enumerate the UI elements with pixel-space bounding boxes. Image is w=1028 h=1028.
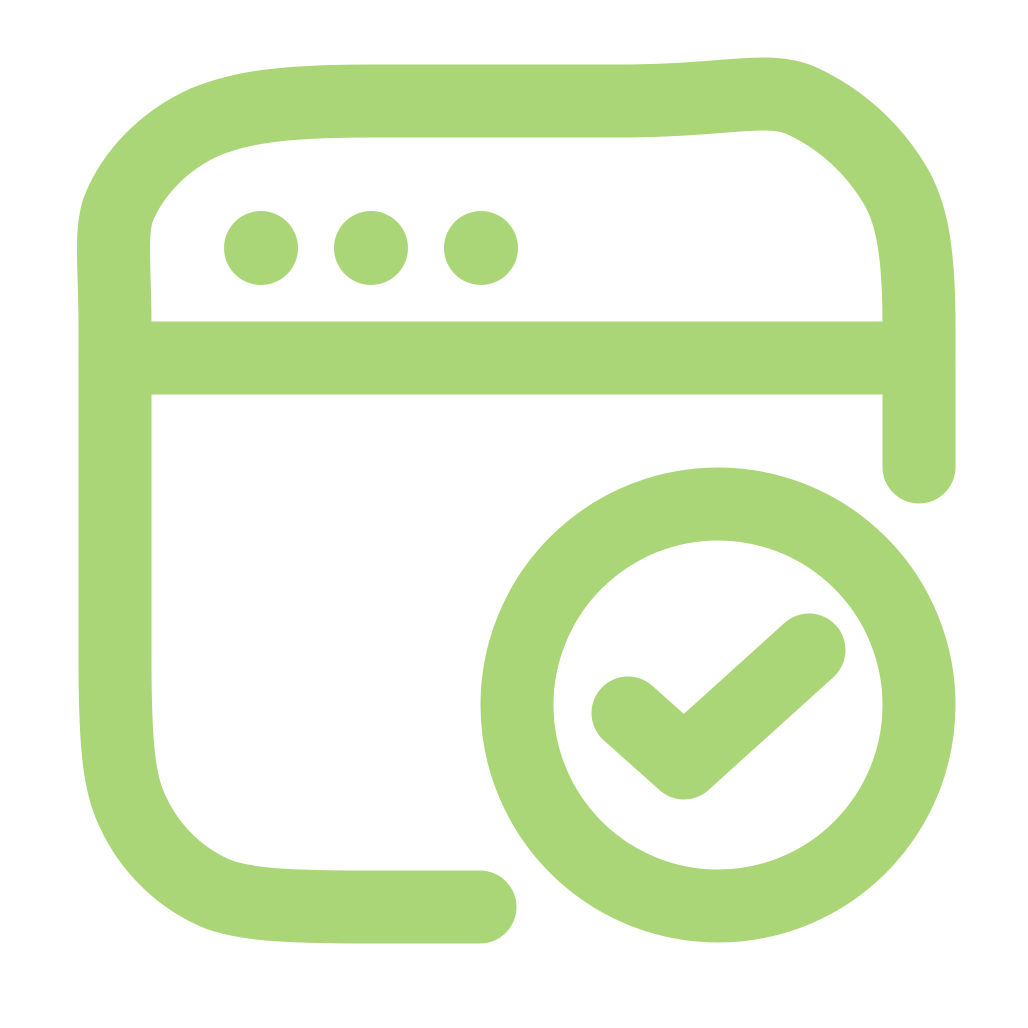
check-mark-icon <box>591 613 846 800</box>
browser-window-check-icon <box>76 57 956 944</box>
window-dot-icon <box>224 211 298 285</box>
icon-canvas <box>0 0 1028 1028</box>
window-dot-icon <box>444 211 518 285</box>
window-dot-icon <box>334 211 408 285</box>
